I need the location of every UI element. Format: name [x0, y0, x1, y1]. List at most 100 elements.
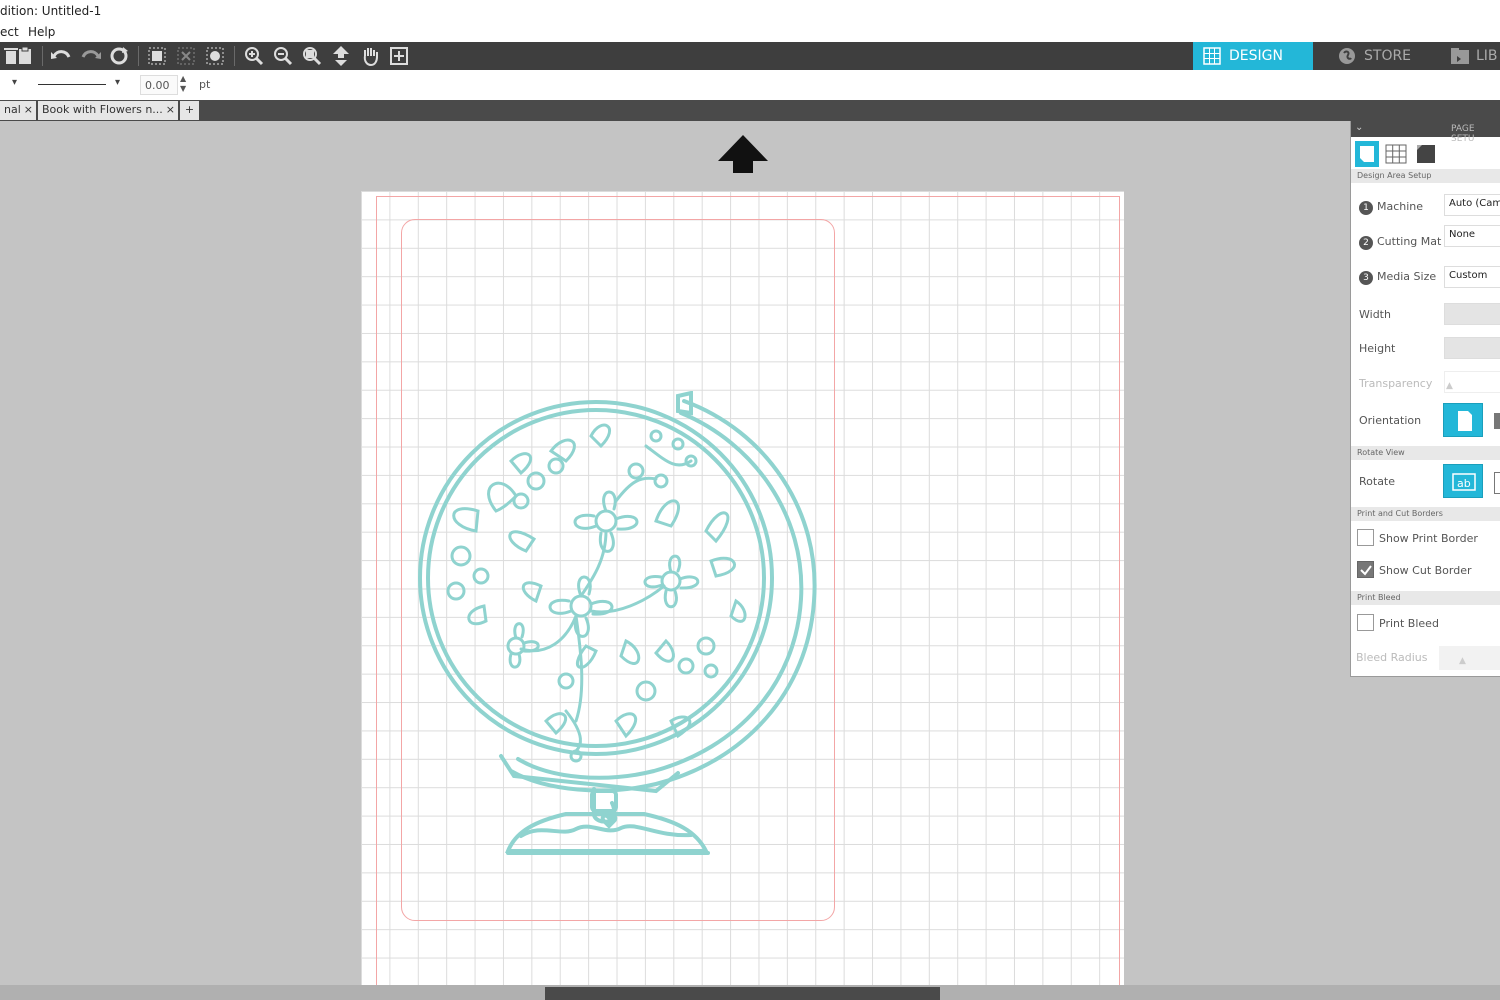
paste-icon[interactable] [14, 45, 36, 67]
panel-icon-tabs [1351, 137, 1500, 169]
toolbar-divider [138, 46, 139, 66]
width-input[interactable] [1444, 303, 1500, 325]
document-tabs: nal × Book with Flowers n... × + [0, 100, 1500, 121]
print-bleed-row: Print Bleed [1351, 613, 1500, 637]
panel-header: ⌄ PAGE SETU [1351, 121, 1500, 144]
cutting-mat-select[interactable]: None [1444, 225, 1500, 247]
design-page[interactable] [361, 191, 1124, 996]
section-print-bleed: Print Bleed [1351, 591, 1500, 605]
line-thickness-stepper[interactable]: ▲ ▼ [180, 74, 186, 94]
rotate-label: Rotate [1359, 475, 1396, 488]
print-bleed-checkbox[interactable] [1357, 614, 1374, 631]
center-view-icon[interactable] [388, 45, 410, 67]
print-bleed-label: Print Bleed [1379, 617, 1439, 630]
redo-icon[interactable] [80, 45, 102, 67]
doc-tab-label: Book with Flowers n... [42, 103, 163, 116]
design-canvas[interactable] [0, 121, 1500, 996]
ungroup-icon[interactable] [175, 45, 197, 67]
make-compound-icon[interactable] [204, 45, 226, 67]
doc-tab-1[interactable]: nal × [0, 101, 36, 120]
line-style-sample[interactable] [38, 84, 106, 85]
close-tab-icon[interactable]: × [24, 103, 33, 116]
doc-tab-label: nal [4, 103, 21, 116]
new-tab-button[interactable]: + [180, 101, 199, 120]
floral-globe-design[interactable] [416, 391, 826, 871]
main-toolbar: DESIGN STORE LIB [0, 42, 1500, 70]
step-3-badge: 3 [1359, 271, 1373, 285]
line-thickness-unit: pt [199, 78, 211, 91]
landscape-orientation-button[interactable] [1494, 413, 1500, 429]
tab-store[interactable]: STORE [1328, 42, 1438, 70]
library-icon [1450, 47, 1469, 65]
background-settings-icon[interactable] [1414, 141, 1438, 167]
orientation-label: Orientation [1359, 414, 1422, 427]
line-thickness-input[interactable]: 0.00 [140, 75, 178, 95]
media-size-select[interactable]: Custom [1444, 266, 1500, 288]
machine-row: 1 Machine Auto (Cam [1351, 193, 1500, 221]
portrait-orientation-button[interactable] [1443, 403, 1483, 437]
line-style-dropdown-arrow[interactable]: ▾ [115, 77, 120, 88]
step-2-badge: 2 [1359, 236, 1373, 250]
store-icon [1338, 47, 1356, 65]
rotate-0-button[interactable]: ab [1443, 464, 1483, 498]
redraw-icon[interactable] [108, 45, 130, 67]
tab-design-label: DESIGN [1229, 48, 1283, 64]
menu-select[interactable]: ect [0, 25, 19, 39]
bleed-radius-slider[interactable]: ▲ [1439, 646, 1500, 670]
width-label: Width [1359, 308, 1391, 321]
scrollbar-thumb[interactable] [545, 987, 940, 1000]
group-icon[interactable] [146, 45, 168, 67]
tab-library-label: LIB [1476, 48, 1498, 64]
bleed-radius-row: Bleed Radius ▲ [1351, 646, 1500, 672]
tab-design[interactable]: DESIGN [1193, 42, 1313, 70]
cutting-mat-row: 2 Cutting Mat None [1351, 225, 1500, 255]
portrait-page-icon [1458, 411, 1472, 431]
line-options-bar: ▾ ▾ 0.00 ▲ ▼ pt [0, 70, 1500, 100]
section-rotate-view: Rotate View [1351, 446, 1500, 460]
svg-text:ab: ab [1457, 477, 1471, 490]
grid-settings-icon[interactable] [1384, 141, 1408, 167]
show-print-border-row: Show Print Border [1351, 528, 1500, 552]
window-title: dition: Untitled-1 [0, 4, 102, 18]
collapse-chevron-icon[interactable]: ⌄ [1355, 122, 1363, 133]
show-print-border-label: Show Print Border [1379, 532, 1478, 545]
plus-label: + [184, 103, 195, 116]
grid-icon [1203, 47, 1221, 65]
height-input[interactable] [1444, 337, 1500, 359]
doc-tab-2[interactable]: Book with Flowers n... × [38, 101, 178, 120]
page-setup-tab-icon[interactable] [1355, 141, 1379, 167]
cutting-mat-label: Cutting Mat [1377, 235, 1442, 248]
line-start-dropdown-arrow[interactable]: ▾ [12, 77, 17, 88]
close-tab-icon[interactable]: × [163, 103, 175, 116]
height-label: Height [1359, 342, 1396, 355]
show-cut-border-label: Show Cut Border [1379, 564, 1472, 577]
show-cut-border-checkbox[interactable] [1357, 561, 1374, 578]
page-setup-panel: ⌄ PAGE SETU Design Area Setup 1 Machine A… [1350, 121, 1500, 677]
bleed-radius-label: Bleed Radius [1356, 651, 1428, 664]
pan-hand-icon[interactable] [359, 45, 381, 67]
undo-icon[interactable] [50, 45, 72, 67]
show-print-border-checkbox[interactable] [1357, 529, 1374, 546]
horizontal-scrollbar[interactable] [0, 985, 1500, 1000]
checkmark-icon [1360, 565, 1372, 576]
zoom-out-icon[interactable] [272, 45, 294, 67]
media-size-row: 3 Media Size Custom [1351, 264, 1500, 292]
cut-direction-arrow-icon [718, 135, 768, 173]
section-design-area-setup: Design Area Setup [1351, 169, 1500, 183]
menu-bar: ect Help [0, 22, 1500, 42]
transparency-slider[interactable]: ▲ [1444, 371, 1500, 393]
title-bar: dition: Untitled-1 [0, 0, 1500, 22]
zoom-in-icon[interactable] [243, 45, 265, 67]
tab-library[interactable]: LIB [1440, 42, 1500, 70]
toolbar-divider [234, 46, 235, 66]
section-print-cut-borders: Print and Cut Borders [1351, 507, 1500, 521]
fit-to-page-icon[interactable] [330, 45, 352, 67]
slider-thumb-icon: ▲ [1446, 381, 1453, 391]
app-window: dition: Untitled-1 ect Help DESIGN STORE… [0, 0, 1500, 1000]
machine-select[interactable]: Auto (Cam [1444, 194, 1500, 216]
tab-store-label: STORE [1364, 48, 1412, 64]
zoom-select-icon[interactable] [301, 45, 323, 67]
rotate-row: Rotate ab [1351, 464, 1500, 502]
rotate-90-button[interactable] [1494, 472, 1500, 494]
menu-help[interactable]: Help [28, 25, 55, 39]
